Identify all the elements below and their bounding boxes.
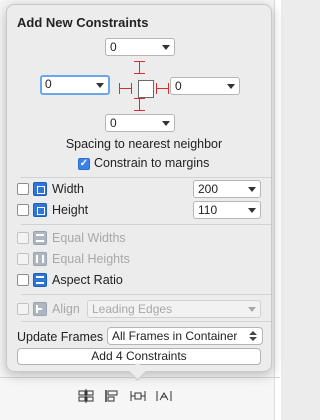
aspect-ratio-label: Aspect Ratio (52, 273, 123, 287)
bottom-constraint-strut[interactable] (134, 98, 145, 111)
height-value-field[interactable]: 110 (193, 201, 261, 219)
align-select[interactable]: Leading Edges (87, 300, 261, 318)
width-constraint-icon (33, 182, 47, 196)
right-edge-strip (274, 0, 281, 420)
chevron-down-icon (96, 83, 104, 88)
update-frames-value: All Frames in Container (112, 329, 238, 343)
chevron-down-icon (248, 307, 256, 312)
add-constraints-popover: Add New Constraints 0 0 0 0 Spacing to n… (6, 4, 272, 372)
height-label: Height (52, 203, 89, 217)
right-constraint-strut[interactable] (156, 83, 169, 94)
align-icon[interactable] (78, 389, 94, 403)
top-constraint-strut[interactable] (134, 61, 145, 74)
left-constraint-strut[interactable] (119, 83, 132, 94)
resizing-icon[interactable] (156, 389, 172, 403)
divider (21, 294, 271, 295)
aspect-ratio-icon (33, 273, 47, 287)
align-value: Leading Edges (92, 302, 173, 316)
aspect-ratio-checkbox[interactable] (17, 274, 29, 286)
top-spacing-field[interactable]: 0 (105, 38, 175, 56)
resolve-issues-icon[interactable] (130, 389, 146, 403)
equal-widths-checkbox[interactable] (17, 232, 29, 244)
update-frames-label: Update Frames (17, 330, 104, 344)
divider (21, 177, 271, 178)
equal-widths-icon (33, 231, 47, 245)
left-spacing-value: 0 (45, 77, 52, 91)
align-label: Align (52, 302, 80, 316)
width-label: Width (52, 182, 84, 196)
equal-heights-icon (33, 252, 47, 266)
chevron-down-icon (248, 208, 256, 213)
height-value: 110 (198, 203, 218, 217)
spacing-caption: Spacing to nearest neighbor (65, 137, 223, 151)
left-spacing-field[interactable]: 0 (40, 75, 110, 95)
align-checkbox[interactable] (17, 303, 29, 315)
height-constraint-icon (33, 203, 47, 217)
top-spacing-value: 0 (110, 40, 117, 54)
chevron-down-icon (248, 187, 256, 192)
update-frames-select[interactable]: All Frames in Container (107, 327, 263, 345)
chevron-down-icon (162, 121, 170, 126)
align-icon (33, 302, 47, 316)
add-constraints-button[interactable]: Add 4 Constraints (17, 348, 261, 365)
popover-title: Add New Constraints (17, 15, 149, 30)
chevron-down-icon (162, 45, 170, 50)
right-spacing-field[interactable]: 0 (170, 77, 240, 95)
divider (21, 321, 271, 322)
height-checkbox[interactable] (17, 204, 29, 216)
stepper-icon (249, 329, 257, 343)
selected-view-box (138, 80, 154, 98)
pin-icon[interactable] (104, 389, 120, 403)
bottom-spacing-value: 0 (110, 116, 117, 130)
right-spacing-value: 0 (175, 79, 182, 93)
chevron-down-icon (227, 84, 235, 89)
width-value: 200 (198, 182, 219, 196)
bottom-spacing-field[interactable]: 0 (105, 114, 175, 132)
width-checkbox[interactable] (17, 183, 29, 195)
divider (21, 224, 271, 225)
constrain-to-margins-label: Constrain to margins (94, 156, 210, 170)
equal-heights-label: Equal Heights (52, 252, 130, 266)
width-value-field[interactable]: 200 (193, 180, 261, 198)
equal-heights-checkbox[interactable] (17, 253, 29, 265)
equal-widths-label: Equal Widths (52, 231, 126, 245)
constrain-to-margins-checkbox[interactable]: ✓ (78, 158, 90, 170)
